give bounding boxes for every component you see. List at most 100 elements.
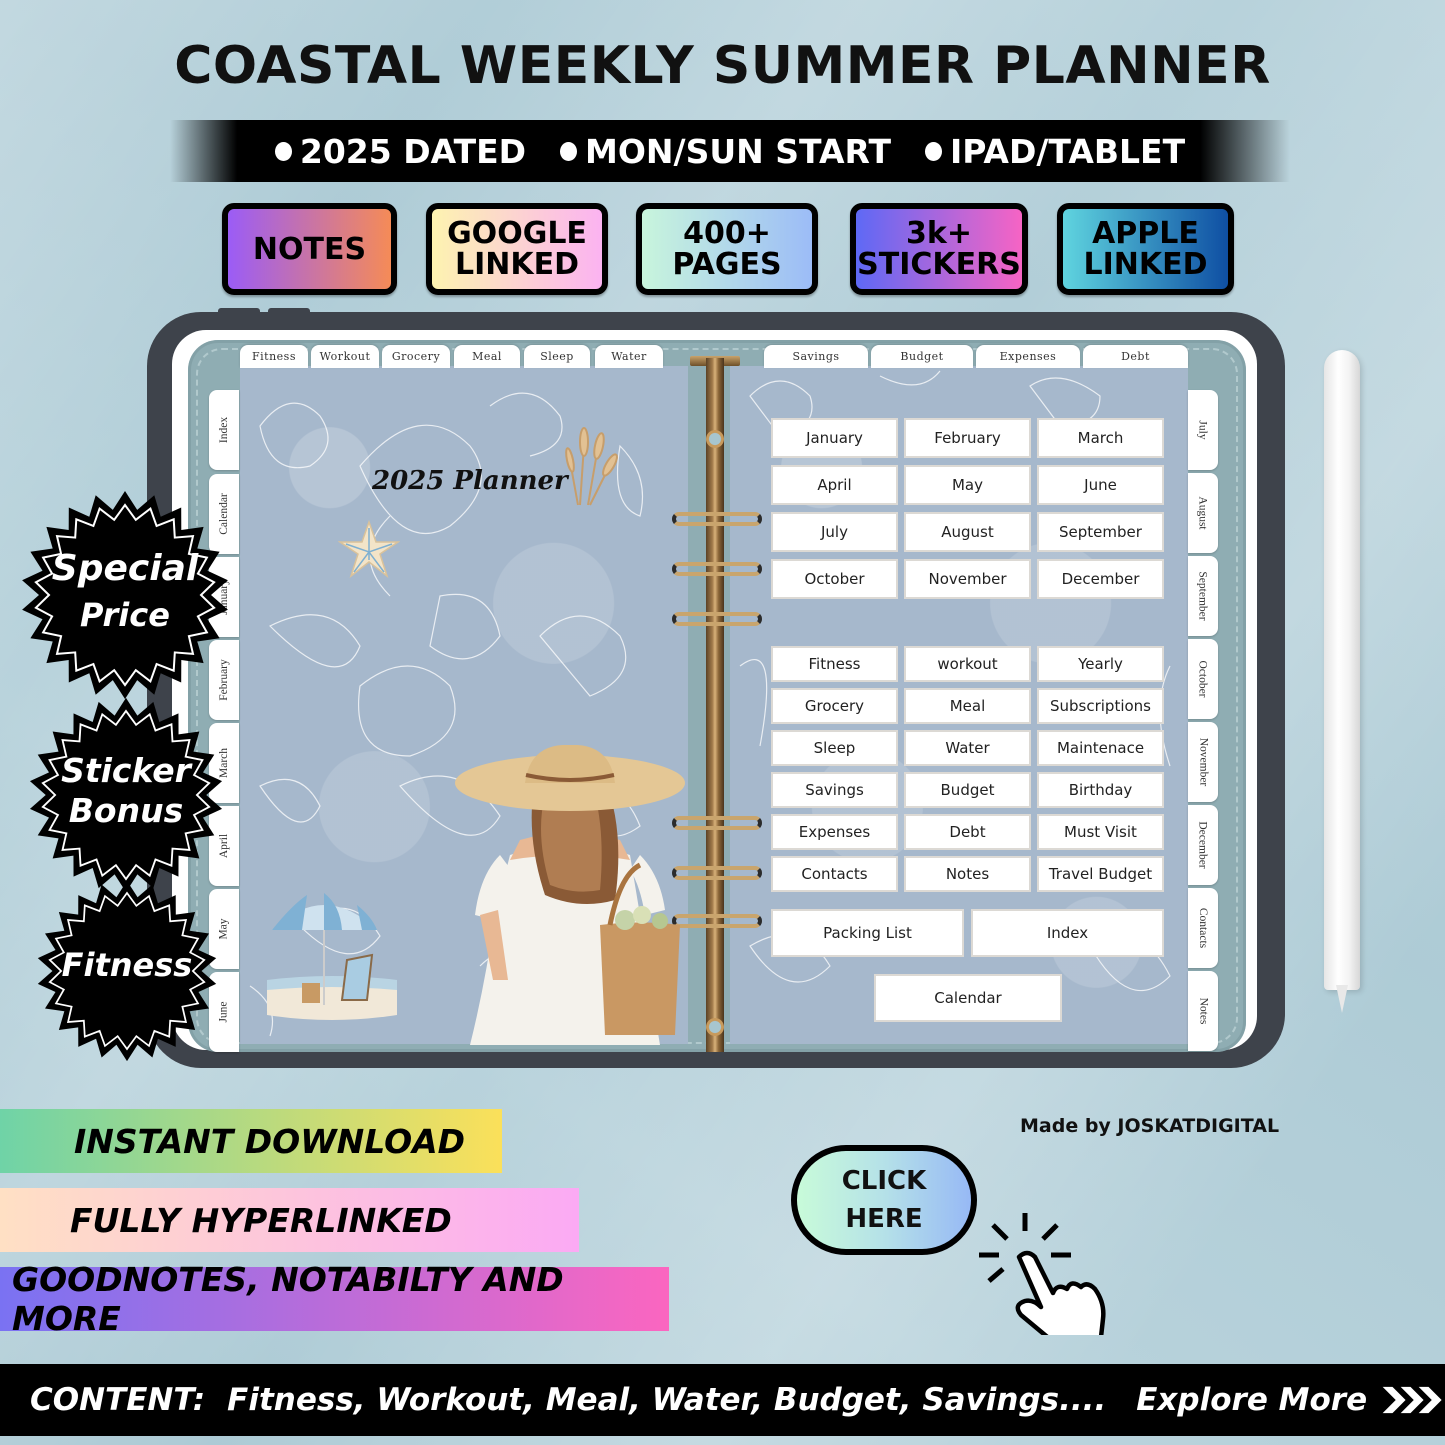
tab-debt[interactable]: Debt [1083,345,1188,368]
month-button-july[interactable]: July [771,512,898,552]
side-tab-label: May [218,918,230,940]
cover-title: 2025 Planner [372,466,568,496]
section-button-must-visit[interactable]: Must Visit [1037,814,1164,850]
section-button-budget[interactable]: Budget [904,772,1031,808]
ribbon-instant-download: INSTANT DOWNLOAD [0,1109,502,1173]
side-tab-label: October [1197,660,1210,698]
badge-stickers: 3k+ STICKERS [850,203,1028,295]
month-button-december[interactable]: December [1037,559,1164,599]
binder-ring [672,512,762,526]
tab-savings[interactable]: Savings [764,345,868,368]
section-button-travel-budget[interactable]: Travel Budget [1037,856,1164,892]
section-button-expenses[interactable]: Expenses [771,814,898,850]
tab-budget[interactable]: Budget [871,345,973,368]
tab-workout[interactable]: Workout [311,345,379,368]
binder-ring [672,612,762,626]
cta-line: HERE [845,1204,923,1234]
badge-line: APPLE [1092,216,1199,251]
side-tab-october[interactable]: October [1188,639,1218,719]
starfish-icon [338,520,400,578]
badge-line: STICKERS [857,247,1021,282]
section-button-meal[interactable]: Meal [904,688,1031,724]
section-button-birthday[interactable]: Birthday [1037,772,1164,808]
section-button-debt[interactable]: Debt [904,814,1031,850]
ribbon-fully-hyperlinked: FULLY HYPERLINKED [0,1188,579,1252]
seal-line: Bonus [68,791,184,830]
side-tab-label: Notes [1197,997,1209,1025]
packing-list-button[interactable]: Packing List [771,909,964,957]
tab-fitness[interactable]: Fitness [240,345,308,368]
side-tab-august[interactable]: August [1188,473,1218,553]
side-tab-notes[interactable]: Notes [1188,971,1218,1051]
badge-line: LINKED [1083,247,1208,282]
month-button-january[interactable]: January [771,418,898,458]
feature-item: IPAD/TABLET [924,131,1186,171]
month-button-may[interactable]: May [904,465,1031,505]
section-button-notes[interactable]: Notes [904,856,1031,892]
starburst-icon [22,491,228,699]
month-button-september[interactable]: September [1037,512,1164,552]
section-button-savings[interactable]: Savings [771,772,898,808]
section-button-contacts[interactable]: Contacts [771,856,898,892]
side-tab-july[interactable]: July [1188,390,1218,470]
section-button-sleep[interactable]: Sleep [771,730,898,766]
starburst-outer [22,491,228,699]
seal-sticker-bonus: Sticker Bonus [28,697,224,893]
badge-line: GOOGLE [447,216,587,251]
calendar-button[interactable]: Calendar [874,974,1062,1022]
bullet-icon [924,141,942,161]
binder-snap [706,430,724,448]
seal-line: Fitness [61,946,193,984]
badge-line: 3k+ [906,216,972,251]
side-tab-december[interactable]: December [1188,805,1218,885]
side-tab-november[interactable]: November [1188,722,1218,802]
seal-fitness: Fitness [36,880,218,1062]
side-tab-contacts[interactable]: Contacts [1188,888,1218,968]
month-button-november[interactable]: November [904,559,1031,599]
section-button-workout[interactable]: workout [904,646,1031,682]
section-button-grocery[interactable]: Grocery [771,688,898,724]
content-items: Fitness, Workout, Meal, Water, Budget, S… [227,1382,1107,1418]
badge-notes: NOTES [222,203,397,295]
ribbon-label: INSTANT DOWNLOAD [74,1121,466,1161]
page-title: COASTAL WEEKLY SUMMER PLANNER [174,36,1271,96]
binder-spine [706,358,724,1052]
stylus-tip [1336,985,1348,1013]
girl-illustration-icon [455,745,685,1045]
month-button-october[interactable]: October [771,559,898,599]
tab-expenses[interactable]: Expenses [976,345,1080,368]
side-tab-index[interactable]: Index [209,390,239,470]
seal-line: Special [51,548,199,589]
month-button-august[interactable]: August [904,512,1031,552]
side-tab-label: July [1196,420,1209,440]
click-here-button[interactable]: CLICK HERE [791,1145,977,1255]
month-button-february[interactable]: February [904,418,1031,458]
triple-chevron-right-icon[interactable] [1381,1382,1445,1418]
side-tab-september[interactable]: September [1188,556,1218,636]
side-tab-label: Contacts [1197,907,1209,949]
side-tab-label: Index [218,416,230,444]
beach-umbrella-icon [267,893,397,1020]
tab-meal[interactable]: Meal [454,345,520,368]
tab-grocery[interactable]: Grocery [382,345,450,368]
feature-label: IPAD/TABLET [949,131,1186,171]
badge-line: LINKED [454,247,580,282]
feature-item: MON/SUN START [560,132,891,171]
section-button-water[interactable]: Water [904,730,1031,766]
feature-item: 2025 DATED [274,132,526,171]
badge-apple-linked: APPLE LINKED [1057,203,1234,295]
ribbon-label: GOODNOTES, NOTABILTY AND MORE [12,1260,564,1338]
section-button-maintenace[interactable]: Maintenace [1037,730,1164,766]
tab-sleep[interactable]: Sleep [524,345,590,368]
section-button-subscriptions[interactable]: Subscriptions [1037,688,1164,724]
month-button-april[interactable]: April [771,465,898,505]
tab-water[interactable]: Water [595,345,663,368]
bullet-icon [560,141,578,161]
explore-more-link[interactable]: Explore More [1136,1382,1367,1418]
section-button-fitness[interactable]: Fitness [771,646,898,682]
index-button[interactable]: Index [971,909,1164,957]
month-button-june[interactable]: June [1037,465,1164,505]
section-button-yearly[interactable]: Yearly [1037,646,1164,682]
feature-bar: 2025 DATED MON/SUN START IPAD/TABLET [170,120,1290,182]
month-button-march[interactable]: March [1037,418,1164,458]
